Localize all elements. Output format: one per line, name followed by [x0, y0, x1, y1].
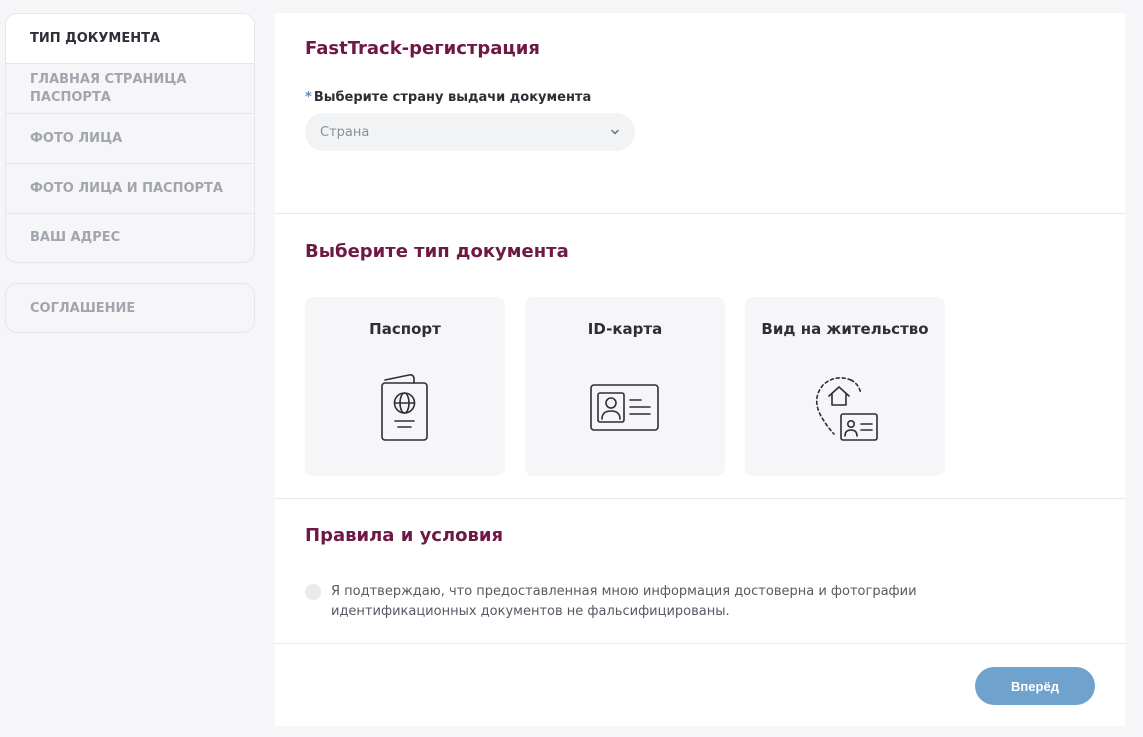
next-button[interactable]: Вперёд: [975, 667, 1095, 705]
terms-title: Правила и условия: [305, 525, 504, 546]
card-residence-permit[interactable]: Вид на жительство: [745, 297, 945, 476]
card-passport[interactable]: Паспорт: [305, 297, 505, 476]
consent-text: Я подтверждаю, что предоставленная мною …: [331, 584, 917, 619]
consent-checkbox[interactable]: [305, 584, 321, 600]
step-face-and-passport-photo[interactable]: Фото лица и паспорта: [6, 163, 254, 213]
consent-row: Я подтверждаю, что предоставленная мною …: [305, 582, 1095, 622]
card-label: Вид на жительство: [761, 320, 929, 338]
step-document-type[interactable]: Тип документа: [6, 14, 254, 63]
steps-list: Тип документа Главная страница паспорта …: [5, 13, 255, 263]
passport-icon: [369, 372, 441, 444]
step-passport-main-page[interactable]: Главная страница паспорта: [6, 63, 254, 113]
document-type-section: Выберите тип документа Паспорт ID-карта …: [275, 214, 1125, 499]
step-face-photo[interactable]: Фото лица: [6, 113, 254, 163]
footer-section: Вперёд: [275, 644, 1125, 726]
residence-permit-icon: [809, 372, 881, 444]
country-label-text: Выберите страну выдачи документа: [313, 90, 592, 105]
document-type-cards: Паспорт ID-карта Вид на жительство: [305, 297, 1095, 476]
page-title: FastTrack-регистрация: [305, 38, 540, 59]
sidebar: Тип документа Главная страница паспорта …: [5, 13, 255, 333]
country-field-label: * Выберите страну выдачи документа: [305, 90, 1095, 105]
document-type-title: Выберите тип документа: [305, 241, 569, 262]
required-mark: *: [305, 90, 312, 105]
card-id-card[interactable]: ID-карта: [525, 297, 725, 476]
country-select[interactable]: Страна: [305, 113, 635, 151]
step-agreement[interactable]: Соглашение: [5, 283, 255, 333]
terms-section: Правила и условия Я подтверждаю, что пре…: [275, 499, 1125, 644]
registration-section: FastTrack-регистрация * Выберите страну в…: [275, 13, 1125, 214]
main-form: FastTrack-регистрация * Выберите страну в…: [275, 13, 1125, 726]
chevron-down-icon: [611, 129, 619, 135]
id-card-icon: [589, 372, 661, 444]
step-address[interactable]: Ваш адрес: [6, 213, 254, 262]
card-label: ID-карта: [587, 320, 663, 338]
card-label: Паспорт: [369, 320, 441, 338]
country-select-value: Страна: [320, 124, 370, 140]
